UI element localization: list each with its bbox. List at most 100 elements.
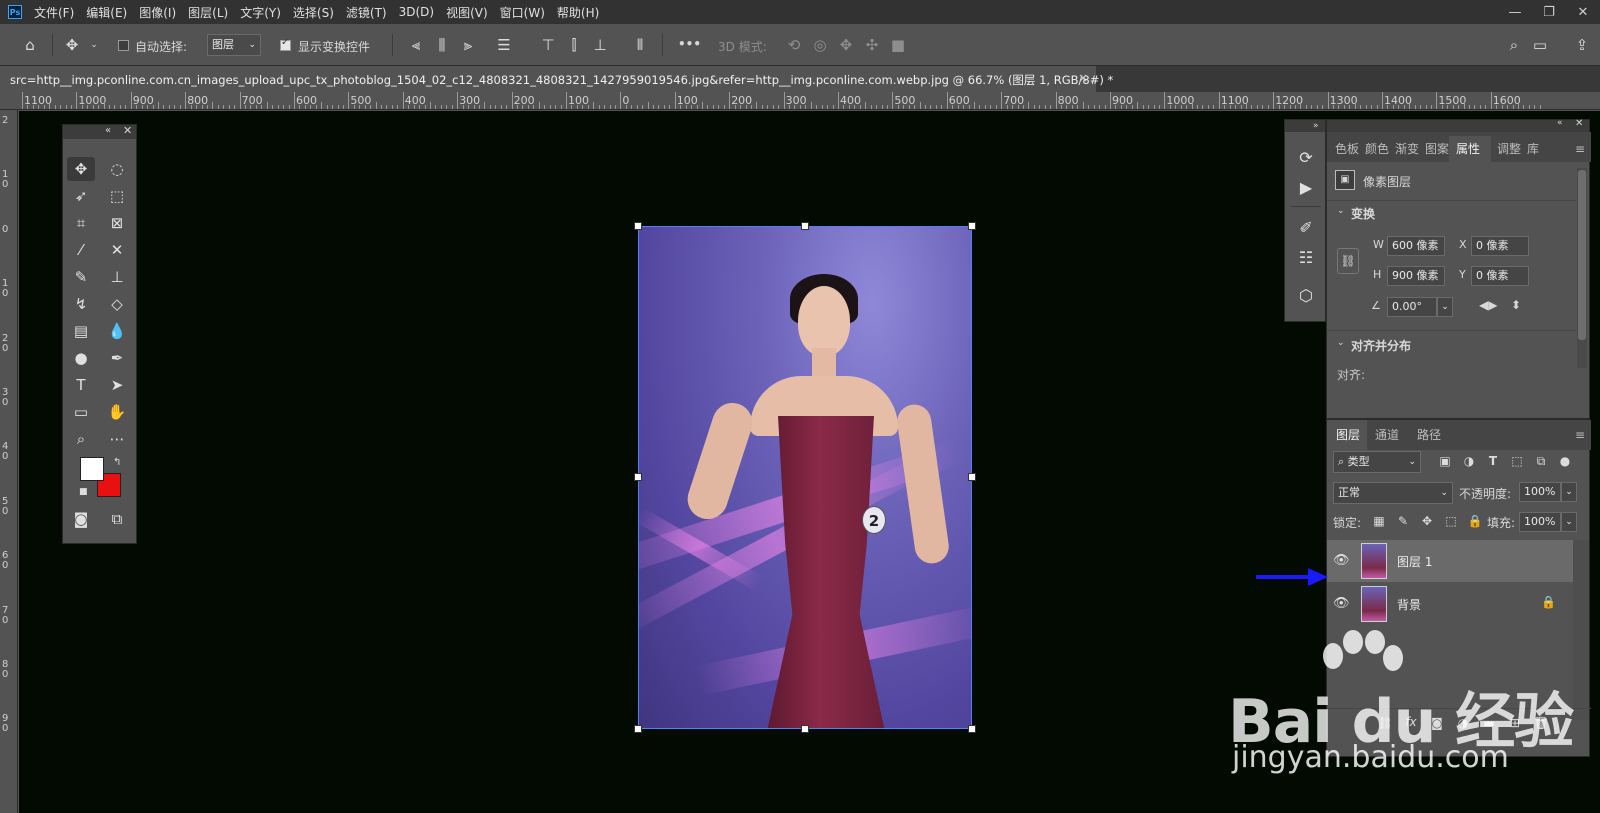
filter-pixel-icon[interactable]: ▣ (1437, 454, 1453, 468)
opacity-field[interactable]: 100% (1519, 482, 1561, 502)
share-icon[interactable]: ⇪ (1572, 35, 1592, 55)
tab-swatches[interactable]: 色板 (1335, 136, 1359, 162)
chevron-down-icon[interactable]: ⌄ (1561, 482, 1577, 502)
lock-image-icon[interactable]: ✎ (1395, 514, 1411, 528)
transform-handle-bottom[interactable] (801, 725, 809, 733)
free-transform-bounding-box[interactable] (638, 226, 972, 729)
layer-name[interactable]: 背景 (1397, 596, 1421, 613)
chevron-down-icon[interactable]: ⌄ (1437, 297, 1453, 317)
orbit-3d-icon[interactable]: ⟲ (784, 35, 804, 55)
pen-tool-icon[interactable]: ✒ (103, 346, 131, 370)
align-bottom-icon[interactable]: ⊥ (590, 35, 610, 55)
lock-transparent-icon[interactable]: ▦ (1371, 514, 1387, 528)
adjust-sliders-icon[interactable]: ☷ (1294, 246, 1318, 270)
properties-scrollbar[interactable] (1577, 168, 1587, 368)
swap-colors-icon[interactable]: ↰ (113, 457, 121, 468)
tab-layers[interactable]: 图层 (1327, 420, 1367, 450)
eyedropper-tool-icon[interactable]: ⁄ (67, 238, 95, 262)
align-distribute-section-header[interactable]: 对齐并分布 (1351, 337, 1411, 354)
transform-handle-bottom-left[interactable] (634, 725, 642, 733)
dodge-tool-icon[interactable]: ● (67, 346, 95, 370)
collapse-icon[interactable]: « (105, 125, 111, 136)
close-window-icon[interactable]: ✕ (1566, 0, 1600, 24)
tab-properties[interactable]: 属性 (1449, 136, 1491, 162)
filter-type-icon[interactable]: T (1485, 454, 1501, 468)
blur-tool-icon[interactable]: 💧 (103, 319, 131, 343)
search-icon[interactable]: ⌕ (1504, 35, 1524, 55)
rectangle-tool-icon[interactable]: ▭ (67, 400, 95, 424)
visibility-eye-icon[interactable]: 👁 (1333, 596, 1350, 611)
healing-brush-tool-icon[interactable]: ✕ (103, 238, 131, 262)
default-colors-icon[interactable]: ■ (79, 487, 88, 497)
filter-toggle-icon[interactable]: ● (1557, 454, 1573, 468)
video-camera-icon[interactable]: ■ (888, 35, 908, 55)
transform-handle-bottom-right[interactable] (968, 725, 976, 733)
transform-handle-right[interactable] (968, 473, 976, 481)
marquee-tool-icon[interactable]: ◌ (103, 157, 131, 181)
crop-tool-icon[interactable]: ⌗ (67, 211, 95, 235)
menu-edit[interactable]: 编辑(E) (86, 4, 127, 21)
panel-menu-icon[interactable]: ≡ (1575, 420, 1585, 450)
ruler-vertical[interactable]: 2 1 0 0 1 0 2 0 3 0 4 0 5 0 6 0 7 0 8 0 9 0 (0, 110, 18, 813)
layer-row-background[interactable]: 👁 背景 🔒 (1327, 583, 1573, 625)
foreground-color-swatch[interactable] (80, 457, 104, 481)
quick-mask-icon[interactable]: ◙ (67, 507, 95, 531)
layer-thumbnail[interactable] (1361, 543, 1387, 579)
tab-gradients[interactable]: 渐变 (1395, 136, 1419, 162)
x-position-field[interactable]: 0 像素 (1471, 236, 1529, 256)
auto-select-checkbox[interactable] (118, 40, 129, 51)
brush-tool-icon[interactable]: ✎ (67, 265, 95, 289)
menu-image[interactable]: 图像(I) (139, 4, 176, 21)
tab-channels[interactable]: 通道 (1375, 420, 1399, 450)
layer-filter-dropdown[interactable]: ⌕ 类型 ⌄ (1333, 451, 1421, 473)
visibility-eye-icon[interactable]: 👁 (1333, 553, 1350, 568)
flip-horizontal-icon[interactable]: ◀▶ (1479, 298, 1497, 312)
chevron-down-icon[interactable]: ⌄ (1561, 512, 1577, 532)
minimize-icon[interactable]: — (1498, 0, 1532, 24)
width-field[interactable]: 600 像素 (1387, 236, 1445, 256)
filter-shape-icon[interactable]: ⬚ (1509, 454, 1525, 468)
more-options-icon[interactable]: ••• (678, 37, 701, 51)
gradient-tool-icon[interactable]: ▤ (67, 319, 95, 343)
align-top-icon[interactable]: ⊤ (538, 35, 558, 55)
path-selection-tool-icon[interactable]: ➤ (103, 373, 131, 397)
filter-smart-object-icon[interactable]: ⧉ (1533, 454, 1549, 469)
actions-play-icon[interactable]: ▶ (1294, 176, 1318, 200)
chevron-down-icon[interactable]: ⌄ (1337, 338, 1345, 348)
tab-patterns[interactable]: 图案 (1425, 136, 1449, 162)
brush-settings-icon[interactable]: ✐ (1294, 216, 1318, 240)
transform-handle-left[interactable] (634, 473, 642, 481)
layer-row-layer1[interactable]: 👁 图层 1 (1327, 540, 1573, 582)
align-left-icon[interactable]: ⫷ (406, 35, 426, 55)
lock-position-icon[interactable]: ✥ (1419, 514, 1435, 528)
history-icon[interactable]: ⟳ (1294, 146, 1318, 170)
height-field[interactable]: 900 像素 (1387, 266, 1445, 286)
close-panel-icon[interactable]: ✕ (123, 124, 132, 137)
chevron-down-icon[interactable]: ⌄ (1337, 206, 1345, 216)
history-brush-tool-icon[interactable]: ↯ (67, 292, 95, 316)
roll-3d-icon[interactable]: ◎ (810, 35, 830, 55)
chevron-down-icon[interactable]: ⌄ (84, 35, 104, 55)
expand-panels-icon[interactable]: » (1285, 120, 1325, 132)
eraser-tool-icon[interactable]: ◇ (103, 292, 131, 316)
frame-tool-icon[interactable]: ⊠ (103, 211, 131, 235)
transform-handle-top-left[interactable] (634, 222, 642, 230)
menu-3d[interactable]: 3D(D) (399, 5, 434, 19)
tab-libraries[interactable]: 库 (1527, 136, 1539, 162)
type-tool-icon[interactable]: T (67, 373, 95, 397)
lock-artboard-icon[interactable]: ⬚ (1443, 514, 1459, 528)
object-select-tool-icon[interactable]: ⬚ (103, 184, 131, 208)
pan-3d-icon[interactable]: ✥ (836, 35, 856, 55)
clone-stamp-tool-icon[interactable]: ⊥ (103, 265, 131, 289)
flip-vertical-icon[interactable]: ⬍ (1511, 298, 1521, 312)
menu-view[interactable]: 视图(V) (446, 4, 488, 21)
move-tool-icon[interactable]: ✥ (67, 157, 95, 181)
menu-help[interactable]: 帮助(H) (557, 4, 599, 21)
lock-all-icon[interactable]: 🔒 (1467, 514, 1483, 528)
transform-section-header[interactable]: 变换 (1351, 205, 1375, 222)
y-position-field[interactable]: 0 像素 (1471, 266, 1529, 286)
distribute-vertical-icon[interactable]: ⫴ (630, 35, 650, 55)
collapse-icon[interactable]: « (1557, 118, 1563, 128)
restore-icon[interactable]: ❐ (1532, 0, 1566, 24)
zoom-tool-icon[interactable]: ⌕ (67, 427, 95, 451)
